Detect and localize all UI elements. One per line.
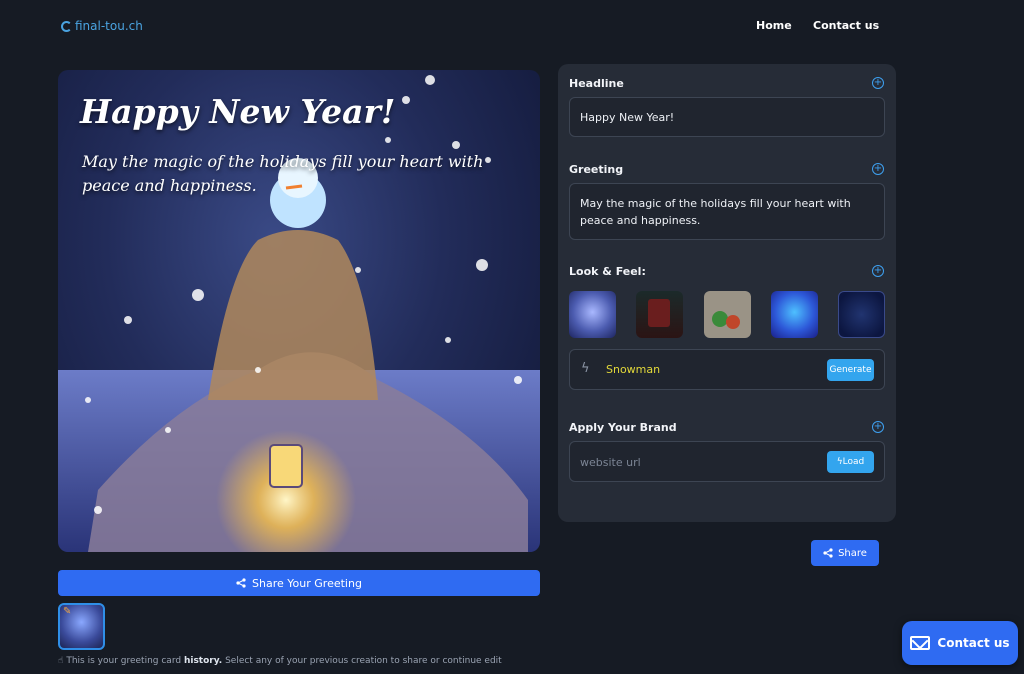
contact-float-label: Contact us [937, 636, 1010, 650]
brand-add-icon[interactable]: + [872, 421, 884, 433]
style-prompt-row: ϟ Snowman Generate [569, 349, 885, 390]
history-note-prefix: This is your greeting card [66, 656, 182, 666]
editor-panel: Headline + Happy New Year! Greeting + Ma… [558, 64, 896, 522]
style-thumb-ornaments[interactable] [703, 291, 751, 338]
logo-icon [61, 20, 72, 32]
share-icon [236, 578, 246, 588]
brand-label: Apply Your Brand [569, 421, 677, 434]
nav-contact[interactable]: Contact us [813, 19, 879, 32]
style-thumbnails [569, 291, 885, 338]
headline-add-icon[interactable]: + [872, 77, 884, 89]
style-thumb-snowman[interactable] [569, 291, 616, 338]
headline-field[interactable]: Happy New Year! [569, 97, 885, 137]
style-thumb-blue-character[interactable] [770, 291, 818, 338]
history-card-thumbnail[interactable]: ✎ [58, 603, 105, 650]
nav-home[interactable]: Home [756, 19, 792, 32]
card-greeting: May the magic of the holidays fill your … [82, 152, 484, 195]
share-greeting-button[interactable]: Share Your Greeting [58, 570, 540, 596]
history-note-suffix: Select any of your previous creation to … [225, 656, 502, 666]
greeting-add-icon[interactable]: + [872, 163, 884, 175]
logo-text: final-tou.ch [75, 19, 143, 33]
load-label: Load [842, 457, 865, 467]
greeting-card-preview: Happy New Year! May the magic of the hol… [58, 70, 540, 552]
share-greeting-label: Share Your Greeting [252, 576, 362, 590]
envelope-icon [910, 636, 931, 650]
greeting-label: Greeting [569, 163, 624, 176]
logo[interactable]: final-tou.ch [61, 19, 143, 33]
style-thumb-robot[interactable] [636, 291, 684, 338]
style-thumb-starry[interactable] [838, 291, 885, 338]
share-button[interactable]: Share [811, 540, 879, 566]
look-feel-add-icon[interactable]: + [872, 265, 884, 277]
style-prompt-value[interactable]: Snowman [606, 363, 660, 376]
card-headline: Happy New Year! [80, 92, 396, 131]
load-button[interactable]: ϟLoad [827, 451, 874, 473]
generate-button[interactable]: Generate [827, 359, 874, 381]
lightning-icon: ϟ [581, 361, 590, 376]
share-icon [823, 548, 833, 558]
history-note: ☝ This is your greeting card history. Se… [58, 656, 502, 666]
website-url-input[interactable] [580, 452, 810, 472]
pointing-hand-icon: ☝ [58, 656, 64, 666]
brand-row: ϟLoad [569, 441, 885, 482]
look-feel-label: Look & Feel: [569, 265, 646, 278]
greeting-field[interactable]: May the magic of the holidays fill your … [569, 183, 885, 240]
pencil-icon: ✎ [63, 606, 72, 617]
headline-label: Headline [569, 77, 624, 90]
history-note-bold: history. [183, 656, 223, 666]
snowman-scene-image [58, 75, 540, 552]
contact-us-floating-button[interactable]: Contact us [902, 621, 1018, 665]
share-label: Share [838, 547, 867, 559]
